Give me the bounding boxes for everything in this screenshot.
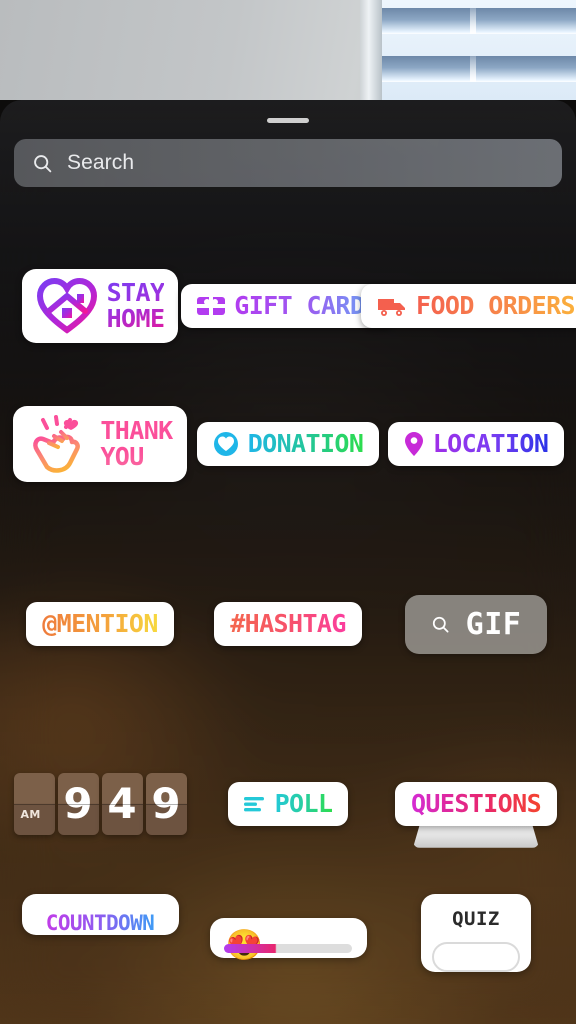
search-icon [431, 615, 450, 634]
sticker-row: STAYHOME GIFT CARDS [0, 258, 576, 354]
search-placeholder: Search [67, 151, 134, 175]
sticker-donation[interactable]: DONATION [197, 422, 380, 467]
sticker-thank-you[interactable]: THANKYOU [13, 406, 186, 482]
window-frame [360, 0, 382, 104]
sticker-clock[interactable]: AM 9 4 9 [14, 773, 187, 835]
quiz-answer-field[interactable] [432, 942, 520, 972]
sticker-food-orders[interactable]: FOOD ORDERS [361, 284, 576, 329]
heart-house-icon [36, 277, 98, 335]
drag-handle[interactable] [267, 118, 309, 123]
clapping-hands-icon [27, 414, 91, 474]
sticker-label: THANKYOU [100, 418, 172, 471]
clock-tile-digit: 9 [146, 773, 187, 835]
story-sticker-screen: Search STAYHOME [0, 0, 576, 1024]
sticker-label: DONATION [248, 431, 364, 458]
slider-track[interactable] [224, 944, 352, 953]
sticker-row: THANKYOU DONATION LO [0, 354, 576, 534]
sticker-grid: STAYHOME GIFT CARDS [0, 258, 576, 1014]
sticker-stay-home[interactable]: STAYHOME [22, 269, 179, 343]
sticker-countdown[interactable]: COUNTDOWN [22, 894, 179, 935]
clock-tile-digit: 4 [102, 773, 143, 835]
gif-label: GIF [466, 607, 522, 642]
questions-card: QUESTIONS [395, 782, 557, 827]
sticker-label: STAYHOME [107, 280, 165, 333]
sticker-questions[interactable]: QUESTIONS [395, 782, 557, 827]
window-blind-slat [372, 56, 576, 82]
background-window [372, 0, 576, 100]
clock-ampm-label: AM [21, 808, 41, 821]
search-input[interactable]: Search [14, 139, 562, 187]
delivery-truck-icon [377, 296, 407, 317]
sticker-label: #HASHTAG [230, 611, 346, 638]
window-blind-slat [372, 8, 576, 34]
sticker-mention[interactable]: @MENTION [26, 602, 174, 647]
map-pin-icon [404, 431, 424, 457]
search-icon [32, 153, 53, 174]
sticker-label: POLL [275, 791, 333, 818]
sticker-row: @MENTION #HASHTAG GIF [0, 534, 576, 714]
sticker-label: LOCATION [433, 431, 549, 458]
sticker-row: AM 9 4 9 [0, 714, 576, 894]
sticker-emoji-slider[interactable]: 😍 [210, 918, 367, 958]
sticker-label: @MENTION [42, 611, 158, 638]
heart-circle-icon [213, 431, 239, 457]
sticker-label: COUNTDOWN [46, 911, 154, 935]
sticker-row: COUNTDOWN 😍 QUIZ [0, 894, 576, 1014]
clock-tile-digit: 9 [58, 773, 99, 835]
quiz-title: QUIZ [421, 908, 531, 930]
sticker-label: GIFT CARDS [234, 293, 379, 320]
sticker-quiz[interactable]: QUIZ [421, 894, 531, 972]
sticker-label: QUESTIONS [411, 791, 541, 818]
poll-bars-icon [244, 795, 266, 813]
sticker-location[interactable]: LOCATION [388, 422, 565, 467]
clock-tile-ampm: AM [14, 773, 55, 835]
sticker-label: FOOD ORDERS [416, 293, 575, 320]
gift-card-icon [197, 295, 225, 317]
sticker-gif[interactable]: GIF [405, 595, 548, 654]
sticker-poll[interactable]: POLL [228, 782, 349, 827]
sticker-hashtag[interactable]: #HASHTAG [214, 602, 362, 647]
